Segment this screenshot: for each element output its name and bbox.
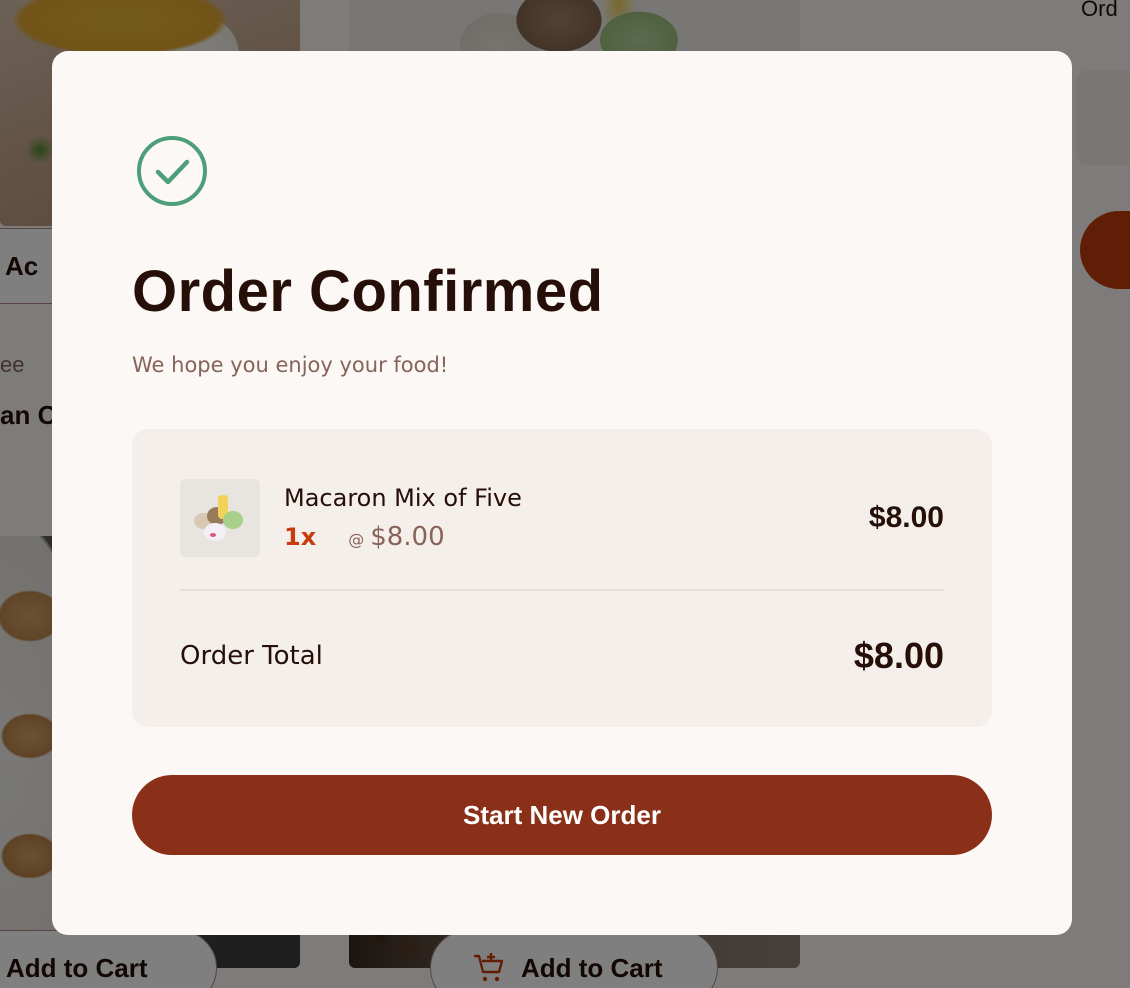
item-quantity: 1x: [284, 523, 317, 551]
order-item: Macaron Mix of Five 1x @ $8.00 $8.00: [180, 479, 944, 557]
item-unit-price: $8.00: [370, 522, 445, 552]
order-confirmation-modal: Order Confirmed We hope you enjoy your f…: [52, 51, 1072, 935]
order-total-value: $8.00: [853, 635, 944, 676]
item-name: Macaron Mix of Five: [284, 484, 522, 512]
item-line-total: $8.00: [868, 501, 944, 534]
item-at-symbol: @: [348, 530, 365, 549]
check-circle-icon: [137, 136, 207, 206]
order-total-row: Order Total $8.00: [180, 591, 944, 721]
start-new-order-button[interactable]: Start New Order: [132, 775, 992, 855]
item-thumbnail: [180, 479, 260, 557]
item-info: Macaron Mix of Five 1x @ $8.00: [284, 484, 869, 552]
order-total-label: Order Total: [180, 641, 323, 671]
order-summary: Macaron Mix of Five 1x @ $8.00 $8.00 Ord…: [132, 429, 992, 727]
item-meta: 1x @ $8.00: [284, 522, 869, 552]
modal-subtitle: We hope you enjoy your food!: [132, 353, 449, 377]
modal-title: Order Confirmed: [132, 259, 604, 324]
